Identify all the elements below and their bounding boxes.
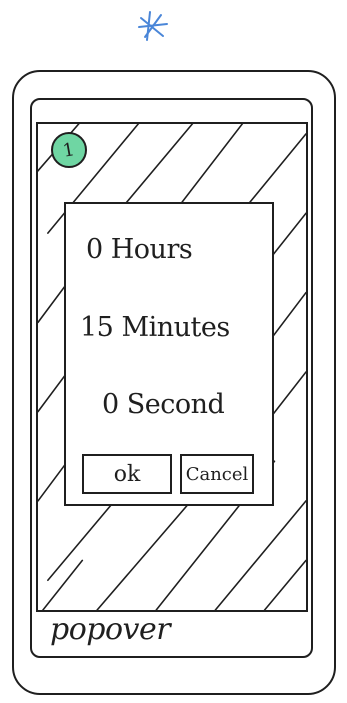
badge-number: 1 [61, 138, 77, 162]
cancel-button[interactable]: Cancel [180, 454, 254, 494]
popover-sketch: 1 0 Hours 15 Minutes 0 Second ok Cancel … [0, 0, 347, 703]
minutes-field[interactable]: 15 Minutes [80, 312, 286, 343]
asterisk-mark-icon [133, 6, 173, 46]
ok-button[interactable]: ok [82, 454, 172, 494]
hours-field[interactable]: 0 Hours [86, 234, 292, 265]
caption-label: popover [50, 612, 171, 647]
notification-badge: 1 [51, 132, 87, 168]
seconds-field[interactable]: 0 Second [102, 389, 308, 420]
time-picker-popover: 0 Hours 15 Minutes 0 Second ok Cancel [64, 202, 274, 506]
